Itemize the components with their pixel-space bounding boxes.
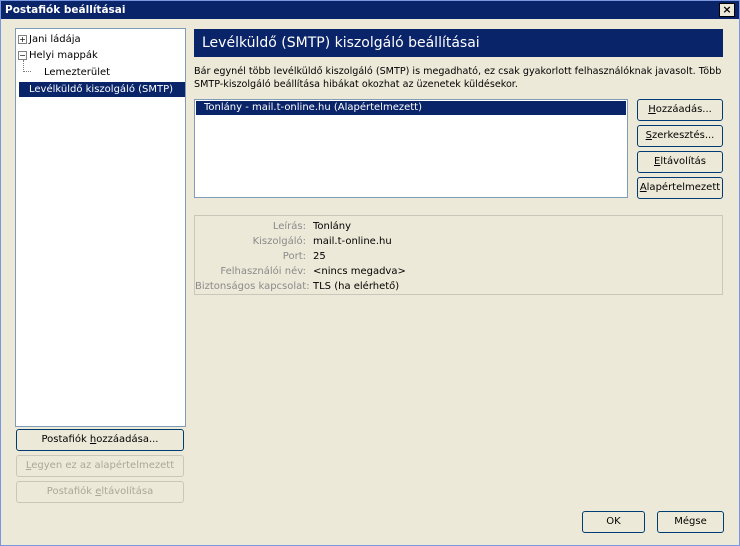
- ok-button[interactable]: OK: [582, 511, 645, 533]
- close-icon[interactable]: ×: [719, 3, 735, 17]
- button-label: ltávolítása: [101, 486, 154, 497]
- tree-item-label: Helyi mappák: [29, 50, 98, 61]
- account-tree[interactable]: + Jani ládája − Helyi mappák Lemezterület …: [15, 28, 186, 427]
- cancel-button[interactable]: Mégse: [657, 511, 724, 533]
- set-default-account-button[interactable]: Legyen ez az alapértelmezett: [16, 455, 184, 477]
- tree-connector: [23, 60, 31, 72]
- server-label: Kiszolgáló:: [252, 236, 306, 247]
- username-value: <nincs megadva>: [313, 266, 406, 277]
- add-server-button[interactable]: Hozzáadás...: [637, 99, 723, 121]
- remove-server-button[interactable]: Eltávolítás: [637, 151, 723, 173]
- server-details: Leírás: Tonlány Kiszolgáló: mail.t-onlin…: [194, 215, 723, 295]
- tree-item-disk-space[interactable]: Lemezterület: [44, 65, 110, 80]
- window-title: Postafiók beállításai: [5, 4, 126, 16]
- collapse-icon[interactable]: −: [18, 50, 27, 60]
- button-label: lapértelmezett: [646, 182, 721, 193]
- button-label: Postafiók: [46, 486, 96, 497]
- button-label: ozzáadás...: [655, 104, 712, 115]
- button-label: zerkesztés...: [651, 130, 715, 141]
- tree-item-jani[interactable]: + Jani ládája: [18, 32, 81, 47]
- account-settings-dialog: Postafiók beállításai × + Jani ládája − He…: [0, 0, 740, 546]
- access-key: H: [648, 104, 656, 115]
- security-label: Biztonságos kapcsolat:: [195, 281, 310, 292]
- description-line: Bár egynél több levélküldő kiszolgáló (S…: [194, 66, 722, 77]
- tree-item-smtp[interactable]: Levélküldő kiszolgáló (SMTP): [19, 82, 185, 97]
- port-value: 25: [313, 251, 326, 262]
- description-line: SMTP-kiszolgáló beállítása hibákat okozh…: [194, 79, 518, 90]
- access-key: A: [639, 182, 647, 193]
- description-text: Bár egynél több levélküldő kiszolgáló (S…: [194, 65, 724, 91]
- button-label: Postafiók: [41, 434, 90, 445]
- button-label: egyen ez az alapértelmezett: [31, 460, 175, 471]
- username-label: Felhasználói név:: [220, 266, 306, 277]
- list-item[interactable]: Tonlány - mail.t-online.hu (Alapértelmez…: [196, 101, 626, 115]
- tree-item-label: Jani ládája: [29, 34, 81, 45]
- tree-item-label: Levélküldő kiszolgáló (SMTP): [29, 84, 174, 95]
- remove-account-button[interactable]: Postafiók eltávolítása: [16, 481, 184, 503]
- description-label: Leírás:: [272, 221, 306, 232]
- button-label: ozzáadása...: [96, 434, 159, 445]
- page-title: Levélküldő (SMTP) kiszolgáló beállításai: [194, 29, 723, 57]
- smtp-server-list[interactable]: Tonlány - mail.t-online.hu (Alapértelmez…: [194, 99, 628, 198]
- tree-item-label: Lemezterület: [44, 67, 111, 78]
- security-value: TLS (ha elérhető): [313, 281, 400, 292]
- set-default-server-button[interactable]: Alapértelmezett: [637, 177, 723, 199]
- server-value: mail.t-online.hu: [313, 236, 392, 247]
- expand-icon[interactable]: +: [18, 34, 27, 44]
- button-label: ltávolítás: [660, 156, 706, 167]
- description-value: Tonlány: [313, 221, 352, 232]
- edit-server-button[interactable]: Szerkesztés...: [637, 125, 723, 147]
- add-account-button[interactable]: Postafiók hozzáadása...: [16, 429, 184, 451]
- port-label: Port:: [282, 251, 306, 262]
- title-bar: Postafiók beállításai ×: [1, 1, 739, 19]
